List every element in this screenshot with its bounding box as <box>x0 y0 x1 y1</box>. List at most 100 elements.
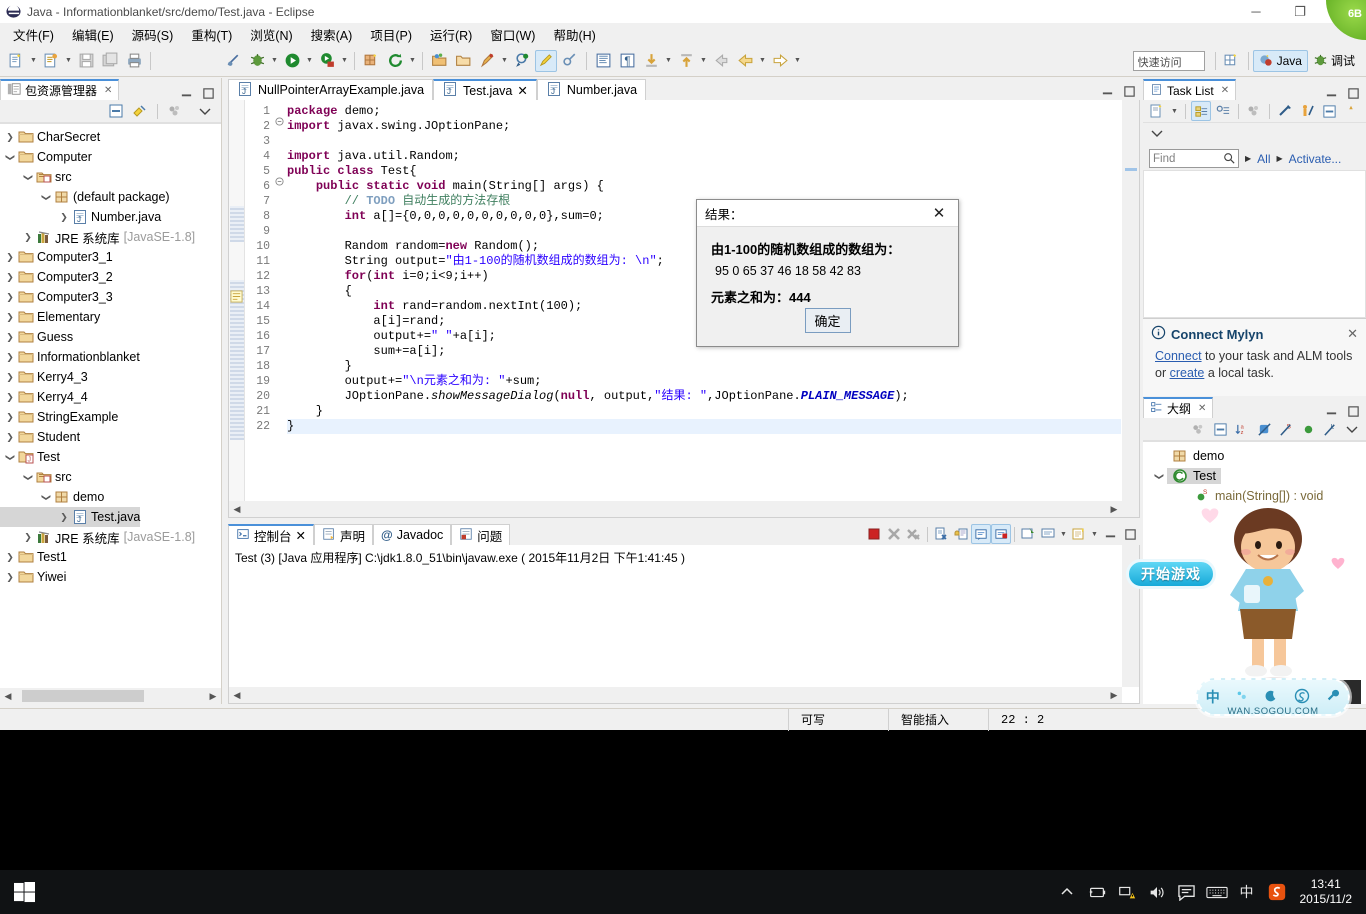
previous-annotation-icon[interactable] <box>640 50 662 72</box>
action-center-icon[interactable] <box>1172 870 1202 914</box>
console-hscrollbar[interactable]: ◀ ▶ <box>229 687 1122 703</box>
chevron-right-icon[interactable]: ❯ <box>56 512 72 523</box>
moon-icon[interactable] <box>1264 689 1278 706</box>
collapse-all-icon[interactable] <box>1210 419 1230 439</box>
tree-item-computer3_3[interactable]: ❯ Computer3_3 <box>0 287 221 307</box>
menu-run[interactable]: 运行(R) <box>421 23 481 46</box>
editor-folding-ruler[interactable] <box>275 100 287 517</box>
new-wizard-dropdown-icon[interactable]: ▼ <box>28 50 39 72</box>
console-scroll-right-icon[interactable]: ▶ <box>1106 687 1122 703</box>
sogou-logo-icon[interactable] <box>1294 688 1310 707</box>
close-icon[interactable]: ✕ <box>1221 85 1229 96</box>
outline-body[interactable]: demo ❯ Test Smain(String[]) : void <box>1143 441 1366 704</box>
taskbar-clock[interactable]: 13:41 2015/11/2 <box>1292 877 1361 907</box>
console-maximize-icon[interactable] <box>1120 524 1140 544</box>
tree-item-stringexample[interactable]: ❯ StringExample <box>0 407 221 427</box>
view-menu-icon[interactable] <box>1342 419 1362 439</box>
tree-item-test1[interactable]: ❯ Test1 <box>0 547 221 567</box>
hide-static-icon[interactable]: S <box>1276 419 1296 439</box>
menu-window[interactable]: 窗口(W) <box>481 23 544 46</box>
tab-outline[interactable]: 大纲 ✕ <box>1143 397 1214 418</box>
console-scroll-left-icon[interactable]: ◀ <box>229 687 245 703</box>
outline-tree[interactable]: demo ❯ Test Smain(String[]) : void <box>1143 442 1366 506</box>
terminate-icon[interactable] <box>864 524 884 544</box>
focus-mode-icon[interactable] <box>1188 419 1208 439</box>
show-hidden-icons-chevron[interactable] <box>1052 870 1082 914</box>
editor-tab-number-java[interactable]: J Number.java <box>536 79 647 100</box>
weather-icon[interactable] <box>1235 689 1249 706</box>
forward-icon[interactable] <box>769 50 791 72</box>
chevron-right-icon[interactable]: ❯ <box>20 232 36 243</box>
chevron-right-icon[interactable]: ❯ <box>2 412 18 423</box>
toggle-breakpoint-icon[interactable] <box>222 50 244 72</box>
editor-vscrollbar[interactable] <box>1122 100 1139 517</box>
editor-hscrollbar[interactable]: ◀ ▶ <box>229 501 1122 517</box>
open-console-dropdown-icon[interactable]: ▼ <box>1089 523 1100 545</box>
quick-fix-icon[interactable] <box>476 50 498 72</box>
back-history-icon[interactable] <box>710 50 732 72</box>
package-explorer-hscrollbar[interactable]: ◀ ▶ <box>0 688 221 704</box>
open-console-icon[interactable] <box>1069 524 1089 544</box>
tree-item-number-java[interactable]: ❯ J Number.java <box>0 207 221 227</box>
remove-all-launches-icon[interactable] <box>904 524 924 544</box>
tree-item-kerry4_3[interactable]: ❯ Kerry4_3 <box>0 367 221 387</box>
editor-scroll-left-icon[interactable]: ◀ <box>229 501 245 517</box>
tree-item-demo[interactable]: ❯ demo <box>0 487 221 507</box>
perspective-java-button[interactable]: Java <box>1252 49 1308 72</box>
outline-item-test[interactable]: ❯ Test <box>1143 466 1366 486</box>
minimize-icon[interactable] <box>1324 86 1338 100</box>
view-menu-icon[interactable] <box>1147 123 1167 143</box>
close-icon[interactable]: ✕ <box>296 528 306 543</box>
mylyn-connect-link[interactable]: Connect <box>1155 349 1202 363</box>
chevron-right-icon[interactable]: ❯ <box>2 572 18 583</box>
editor-hscroll-track[interactable] <box>245 502 1106 516</box>
fold-collapse-icon[interactable] <box>275 175 287 190</box>
all-expand-icon[interactable]: ▶ <box>1245 154 1251 163</box>
pilcrow-icon[interactable]: ¶ <box>616 50 638 72</box>
mark-occurrences-icon[interactable] <box>535 49 557 72</box>
collapse-all-icon[interactable] <box>1319 101 1339 121</box>
battery-icon[interactable] <box>1082 870 1112 914</box>
chevron-right-icon[interactable]: ❯ <box>2 352 18 363</box>
backward-icon[interactable] <box>734 50 756 72</box>
print-icon[interactable] <box>123 50 145 72</box>
tree-item--default-package-[interactable]: ❯ (default package) <box>0 187 221 207</box>
tree-item-jre----[interactable]: ❯ JRE 系统库 [JavaSE-1.8] <box>0 227 221 247</box>
toolbox-icon[interactable] <box>1325 688 1340 706</box>
scroll-right-icon[interactable]: ▶ <box>205 688 221 704</box>
menu-edit[interactable]: 编辑(E) <box>63 23 123 46</box>
minimize-icon[interactable] <box>179 86 193 100</box>
outline-item-demo[interactable]: demo <box>1143 446 1366 466</box>
close-icon[interactable]: ✕ <box>1198 403 1206 414</box>
console-output-panel[interactable]: Test (3) [Java 应用程序] C:\jdk1.8.0_51\bin\… <box>228 545 1140 704</box>
close-icon[interactable]: ✕ <box>1347 326 1358 342</box>
maximize-icon[interactable] <box>1346 86 1360 100</box>
editor-code-area[interactable]: 1 2 3 4 5 6 7 8 9 10 11 12 13 14 15 16 17 18 19 20 21 22 pack… <box>228 100 1140 518</box>
debug-icon[interactable] <box>246 50 268 72</box>
show-console-on-error-icon[interactable] <box>991 524 1011 544</box>
chevron-right-icon[interactable]: ❯ <box>2 252 18 263</box>
tree-item-guess[interactable]: ❯ Guess <box>0 327 221 347</box>
tree-item-student[interactable]: ❯ Student <box>0 427 221 447</box>
link-editor-icon[interactable] <box>559 50 581 72</box>
menu-source[interactable]: 源码(S) <box>123 23 183 46</box>
backward-dropdown-icon[interactable]: ▼ <box>757 50 768 72</box>
maximize-button[interactable]: ❐ <box>1278 0 1322 23</box>
search-type-icon[interactable] <box>511 50 533 72</box>
overview-marker[interactable] <box>1125 168 1137 171</box>
sogou-icon[interactable] <box>1262 870 1292 914</box>
console-tab-declaration[interactable]: 声明 <box>314 524 374 545</box>
display-console-dropdown-icon[interactable]: ▼ <box>1058 523 1069 545</box>
tree-item-informationblanket[interactable]: ❯ Informationblanket <box>0 347 221 367</box>
task-repositories-icon[interactable] <box>1341 101 1361 121</box>
editor-marker-ruler[interactable] <box>229 100 245 517</box>
code-line[interactable]: import javax.swing.JOptionPane; <box>287 119 1121 134</box>
new-task-dropdown-icon[interactable]: ▼ <box>1169 100 1180 122</box>
chevron-right-icon[interactable]: ❯ <box>2 132 18 143</box>
quick-fix-dropdown-icon[interactable]: ▼ <box>499 50 510 72</box>
code-line[interactable]: output+="\n元素之和为: "+sum; <box>287 374 1121 389</box>
hscroll-track[interactable] <box>16 689 205 703</box>
hide-fields-icon[interactable] <box>1254 419 1274 439</box>
code-line[interactable]: import java.util.Random; <box>287 149 1121 164</box>
menu-refactor[interactable]: 重构(T) <box>182 23 241 46</box>
